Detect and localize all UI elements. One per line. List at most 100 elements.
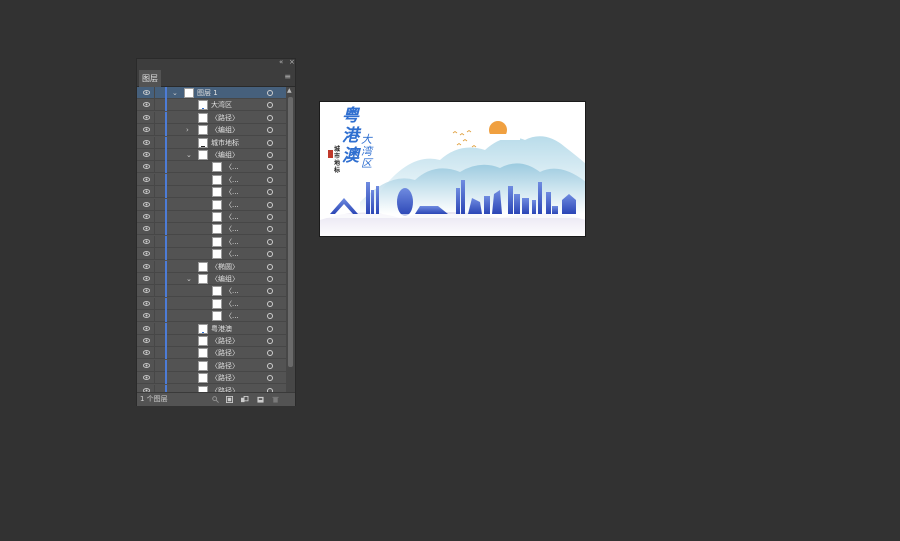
visibility-eye-icon[interactable] xyxy=(143,374,150,381)
lock-column[interactable] xyxy=(154,260,155,273)
target-circle-icon[interactable] xyxy=(267,201,273,208)
layer-name[interactable]: 〈路径〉 xyxy=(211,335,239,347)
lock-column[interactable] xyxy=(154,335,155,347)
layer-name[interactable]: 〈... xyxy=(225,248,239,260)
layer-name[interactable]: 〈编组〉 xyxy=(211,273,239,285)
target-circle-icon[interactable] xyxy=(267,288,273,295)
target-circle-icon[interactable] xyxy=(267,152,273,158)
layer-row[interactable]: 〈... xyxy=(137,297,286,310)
visibility-eye-icon[interactable] xyxy=(143,225,150,232)
layer-name[interactable]: 〈编组〉 xyxy=(211,149,239,161)
target-circle-icon[interactable] xyxy=(267,313,273,320)
layer-row[interactable]: 〈... xyxy=(137,235,286,248)
layer-name[interactable]: 〈编组〉 xyxy=(211,124,239,136)
chevron-down-icon[interactable]: ⌄ xyxy=(186,273,192,285)
layer-row[interactable]: › 〈编组〉 xyxy=(137,124,286,137)
layer-row[interactable]: ⌄ 〈编组〉 xyxy=(137,273,286,285)
target-circle-icon[interactable] xyxy=(267,90,273,96)
lock-column[interactable] xyxy=(154,223,155,236)
search-icon[interactable] xyxy=(212,396,219,403)
visibility-eye-icon[interactable] xyxy=(143,139,150,146)
visibility-eye-icon[interactable] xyxy=(143,275,150,282)
lock-column[interactable] xyxy=(154,136,155,149)
chevron-right-icon[interactable]: › xyxy=(186,124,189,136)
target-circle-icon[interactable] xyxy=(267,226,273,233)
layer-row[interactable]: 〈... xyxy=(137,248,286,261)
layer-name[interactable]: 〈椭圆〉 xyxy=(211,261,239,273)
lock-column[interactable] xyxy=(154,87,155,99)
layer-name[interactable]: 图层 1 xyxy=(197,87,218,99)
layer-row[interactable]: ⌄ 图层 1 xyxy=(137,87,286,99)
layer-name[interactable]: 〈... xyxy=(225,174,239,186)
scroll-thumb[interactable] xyxy=(288,97,293,367)
layer-name[interactable]: 粤港澳 xyxy=(211,323,232,335)
visibility-eye-icon[interactable] xyxy=(143,126,150,133)
visibility-eye-icon[interactable] xyxy=(143,300,150,307)
layer-row[interactable]: 〈... xyxy=(137,285,286,298)
visibility-eye-icon[interactable] xyxy=(143,250,150,257)
layer-row[interactable]: 〈路径〉 xyxy=(137,347,286,360)
close-panel-button[interactable]: × xyxy=(289,58,295,67)
layer-name[interactable]: 〈... xyxy=(225,310,239,322)
lock-column[interactable] xyxy=(154,310,155,323)
layer-name[interactable]: 〈... xyxy=(225,223,239,235)
layer-row[interactable]: 〈路径〉 xyxy=(137,111,286,124)
lock-column[interactable] xyxy=(154,347,155,360)
layer-row[interactable]: ⌄ 〈编组〉 xyxy=(137,149,286,161)
lock-column[interactable] xyxy=(154,235,155,248)
lock-column[interactable] xyxy=(154,297,155,310)
lock-column[interactable] xyxy=(154,161,155,174)
layer-name[interactable]: 〈... xyxy=(225,236,239,248)
visibility-eye-icon[interactable] xyxy=(143,163,150,170)
layer-row[interactable]: 城市地标 xyxy=(137,136,286,149)
target-circle-icon[interactable] xyxy=(267,350,273,357)
layer-name[interactable]: 大湾区 xyxy=(211,99,232,111)
collapse-panel-button[interactable]: « xyxy=(279,58,283,67)
lock-column[interactable] xyxy=(154,173,155,186)
layer-name[interactable]: 〈... xyxy=(225,285,239,297)
layer-name[interactable]: 〈路径〉 xyxy=(211,372,239,384)
visibility-eye-icon[interactable] xyxy=(143,176,150,183)
visibility-eye-icon[interactable] xyxy=(143,337,150,344)
visibility-eye-icon[interactable] xyxy=(143,238,150,245)
visibility-eye-icon[interactable] xyxy=(143,101,150,108)
layer-row[interactable]: 〈... xyxy=(137,310,286,323)
layer-row[interactable]: 〈路径〉 xyxy=(137,335,286,347)
visibility-eye-icon[interactable] xyxy=(143,151,150,158)
layer-row[interactable]: 〈... xyxy=(137,211,286,223)
layer-name[interactable]: 城市地标 xyxy=(211,137,239,149)
lock-column[interactable] xyxy=(154,273,155,285)
scroll-up-icon[interactable]: ▲ xyxy=(287,87,292,95)
target-circle-icon[interactable] xyxy=(267,251,273,258)
layer-row[interactable]: 粤港澳 xyxy=(137,322,286,335)
visibility-eye-icon[interactable] xyxy=(143,287,150,294)
target-circle-icon[interactable] xyxy=(267,325,273,332)
chevron-down-icon[interactable]: ⌄ xyxy=(172,87,178,99)
visibility-eye-icon[interactable] xyxy=(143,201,150,208)
visibility-eye-icon[interactable] xyxy=(143,362,150,369)
lock-column[interactable] xyxy=(154,322,155,335)
layer-name[interactable]: 〈... xyxy=(225,298,239,310)
layer-row[interactable]: 〈椭圆〉 xyxy=(137,260,286,273)
visibility-eye-icon[interactable] xyxy=(143,263,150,270)
target-circle-icon[interactable] xyxy=(267,276,273,282)
chevron-down-icon[interactable]: ⌄ xyxy=(186,149,192,161)
lock-column[interactable] xyxy=(154,124,155,137)
target-circle-icon[interactable] xyxy=(267,114,273,121)
lock-column[interactable] xyxy=(154,211,155,223)
layer-row[interactable]: 大湾区 xyxy=(137,99,286,112)
lock-column[interactable] xyxy=(154,99,155,112)
visibility-eye-icon[interactable] xyxy=(143,312,150,319)
layer-name[interactable]: 〈... xyxy=(225,199,239,211)
target-circle-icon[interactable] xyxy=(267,214,273,220)
layer-name[interactable]: 〈... xyxy=(225,161,239,173)
layer-row[interactable]: 〈路径〉 xyxy=(137,359,286,372)
lock-column[interactable] xyxy=(154,384,155,392)
target-circle-icon[interactable] xyxy=(267,102,273,109)
target-circle-icon[interactable] xyxy=(267,300,273,307)
visibility-eye-icon[interactable] xyxy=(143,325,150,332)
lock-column[interactable] xyxy=(154,186,155,199)
layer-list-scrollbar[interactable]: ▲ xyxy=(286,87,295,392)
target-circle-icon[interactable] xyxy=(267,176,273,183)
panel-title-bar[interactable]: « × xyxy=(137,58,295,67)
